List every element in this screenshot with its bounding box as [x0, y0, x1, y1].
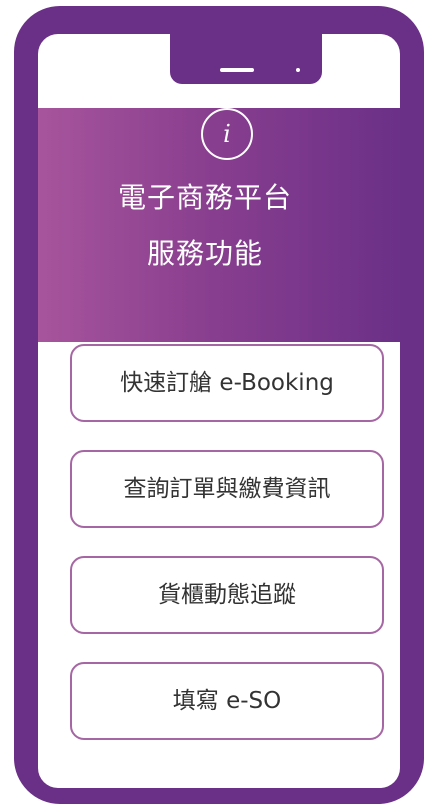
- e-so-button[interactable]: 填寫 e-SO: [70, 662, 384, 740]
- order-payment-info-button[interactable]: 查詢訂單與繳費資訊: [70, 450, 384, 528]
- speaker-icon: [220, 68, 254, 72]
- container-tracking-button[interactable]: 貨櫃動態追蹤: [70, 556, 384, 634]
- camera-icon: [296, 68, 300, 72]
- page-subtitle: 服務功能: [146, 237, 263, 270]
- phone-notch: [170, 34, 322, 84]
- page-title: 電子商務平台: [117, 181, 292, 214]
- info-icon: i: [201, 108, 253, 160]
- e-booking-button[interactable]: 快速訂艙 e-Booking: [70, 344, 384, 422]
